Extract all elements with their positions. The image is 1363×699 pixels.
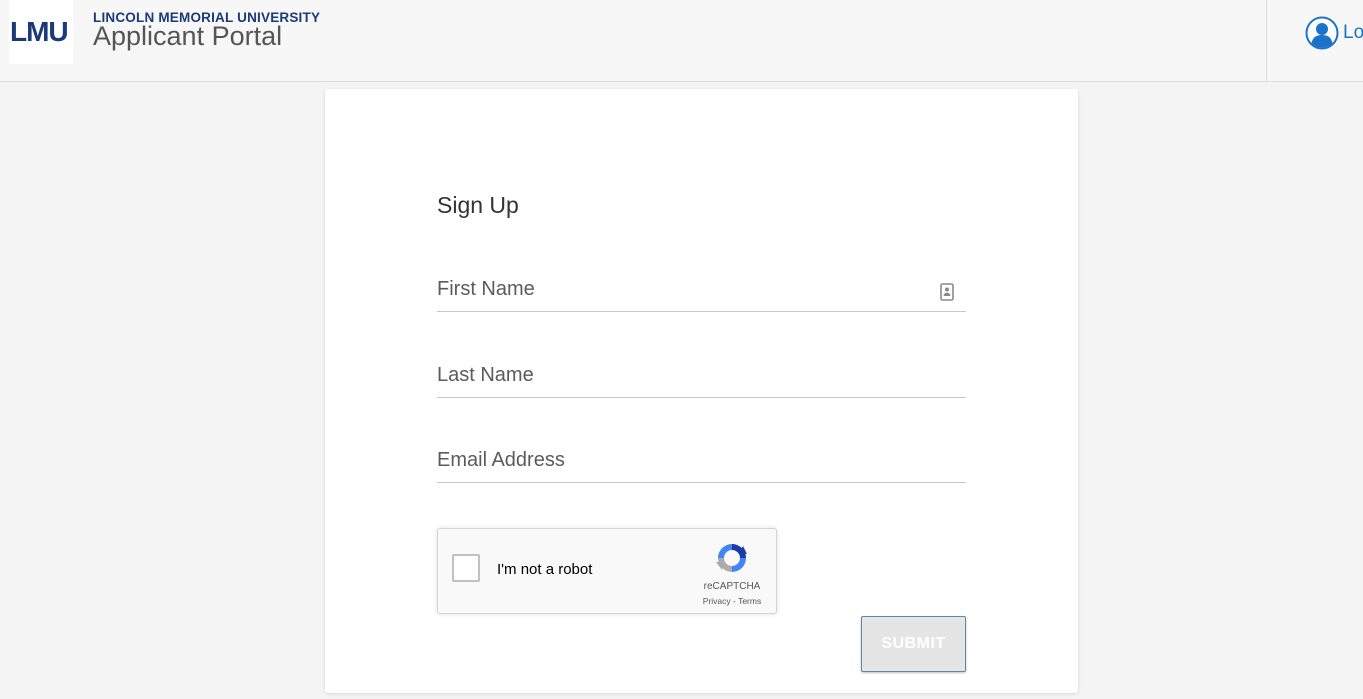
logo-text: LMU bbox=[10, 16, 69, 47]
header-divider bbox=[1266, 0, 1267, 81]
recaptcha-logo-icon bbox=[716, 544, 747, 572]
last-name-input[interactable] bbox=[437, 357, 966, 393]
first-name-input[interactable] bbox=[437, 271, 966, 307]
autofill-icon[interactable] bbox=[940, 283, 954, 301]
recaptcha-link-separator: - bbox=[730, 596, 739, 606]
recaptcha-label: I'm not a robot bbox=[497, 561, 593, 578]
user-icon bbox=[1305, 16, 1339, 50]
recaptcha-terms-link[interactable]: Terms bbox=[738, 596, 761, 606]
recaptcha-links: Privacy - Terms bbox=[690, 596, 774, 606]
submit-button[interactable]: SUBMIT bbox=[861, 616, 966, 672]
last-name-field bbox=[437, 357, 966, 398]
signup-card: Sign Up I'm not a robot reCAPTCHA Privac… bbox=[325, 89, 1078, 693]
recaptcha-widget: I'm not a robot reCAPTCHA Privacy - Term… bbox=[437, 528, 777, 614]
login-label: Lo bbox=[1343, 22, 1363, 43]
lmu-logo[interactable]: LMU bbox=[9, 0, 73, 64]
login-link[interactable]: Lo bbox=[1305, 16, 1363, 50]
recaptcha-privacy-link[interactable]: Privacy bbox=[703, 596, 731, 606]
header: LMU LINCOLN MEMORIAL UNIVERSITY Applican… bbox=[0, 0, 1363, 82]
email-field bbox=[437, 442, 966, 483]
form-title: Sign Up bbox=[437, 192, 519, 218]
portal-title: Applicant Portal bbox=[93, 21, 283, 51]
email-input[interactable] bbox=[437, 442, 966, 478]
recaptcha-brand: reCAPTCHA bbox=[703, 581, 761, 592]
first-name-field bbox=[437, 271, 966, 312]
recaptcha-checkbox[interactable] bbox=[452, 554, 480, 582]
